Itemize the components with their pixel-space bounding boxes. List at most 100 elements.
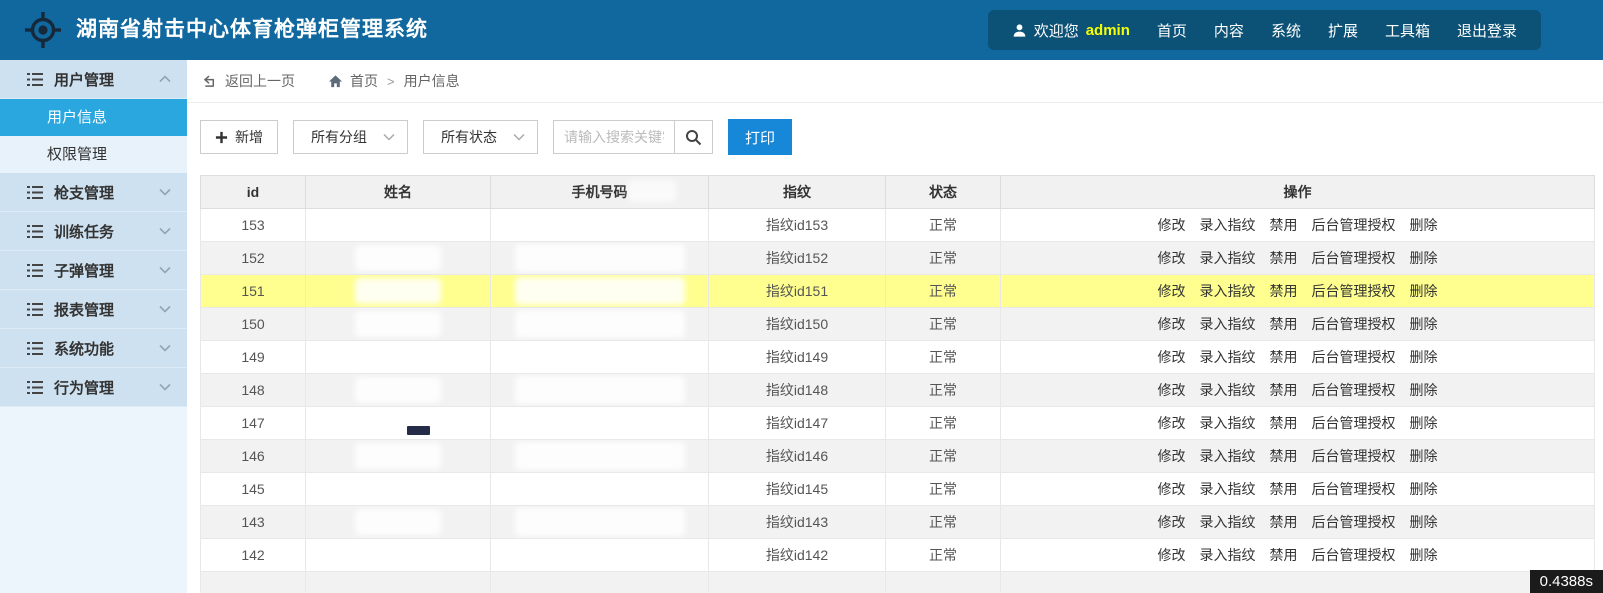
sidebar-group-training-task[interactable]: 训练任务 xyxy=(0,212,187,251)
action-enroll-fingerprint[interactable]: 录入指纹 xyxy=(1200,545,1256,565)
nav-logout[interactable]: 退出登录 xyxy=(1457,20,1517,41)
cell-id: 148 xyxy=(200,373,306,407)
action-admin-authorize[interactable]: 后台管理授权 xyxy=(1312,215,1396,235)
action-disable[interactable]: 禁用 xyxy=(1270,281,1298,301)
redaction-smudge xyxy=(355,311,441,337)
action-delete[interactable]: 删除 xyxy=(1410,545,1438,565)
action-disable[interactable]: 禁用 xyxy=(1270,479,1298,499)
cell-status: 正常 xyxy=(885,307,1001,341)
sidebar-group-behavior-mgmt[interactable]: 行为管理 xyxy=(0,368,187,407)
action-delete[interactable]: 删除 xyxy=(1410,314,1438,334)
action-enroll-fingerprint[interactable]: 录入指纹 xyxy=(1200,314,1256,334)
search-button[interactable] xyxy=(675,120,713,154)
action-delete[interactable]: 删除 xyxy=(1410,347,1438,367)
action-admin-authorize[interactable]: 后台管理授权 xyxy=(1312,380,1396,400)
action-delete[interactable]: 删除 xyxy=(1410,281,1438,301)
action-disable[interactable]: 禁用 xyxy=(1270,380,1298,400)
action-modify[interactable]: 修改 xyxy=(1158,215,1186,235)
sidebar-group-system-function[interactable]: 系统功能 xyxy=(0,329,187,368)
sidebar-group-label: 报表管理 xyxy=(54,301,115,319)
action-disable[interactable]: 禁用 xyxy=(1270,215,1298,235)
action-enroll-fingerprint[interactable]: 录入指纹 xyxy=(1200,215,1256,235)
action-admin-authorize[interactable]: 后台管理授权 xyxy=(1312,446,1396,466)
action-enroll-fingerprint[interactable]: 录入指纹 xyxy=(1200,413,1256,433)
breadcrumb-separator: > xyxy=(387,73,395,89)
action-admin-authorize[interactable]: 后台管理授权 xyxy=(1312,314,1396,334)
sidebar-item-user-info[interactable]: 用户信息 xyxy=(0,99,187,136)
action-modify[interactable]: 修改 xyxy=(1158,413,1186,433)
redaction-smudge xyxy=(514,277,685,305)
action-enroll-fingerprint[interactable]: 录入指纹 xyxy=(1200,380,1256,400)
sidebar-group-ammo-mgmt[interactable]: 子弹管理 xyxy=(0,251,187,290)
action-modify[interactable]: 修改 xyxy=(1158,248,1186,268)
action-enroll-fingerprint[interactable]: 录入指纹 xyxy=(1200,281,1256,301)
back-link[interactable]: 返回上一页 xyxy=(203,71,295,91)
action-delete[interactable]: 删除 xyxy=(1410,479,1438,499)
action-admin-authorize[interactable]: 后台管理授权 xyxy=(1312,281,1396,301)
cell-status: 正常 xyxy=(885,505,1001,539)
nav-extend[interactable]: 扩展 xyxy=(1328,20,1358,41)
action-disable[interactable]: 禁用 xyxy=(1270,512,1298,532)
nav-system[interactable]: 系统 xyxy=(1271,20,1301,41)
username[interactable]: admin xyxy=(1086,22,1130,39)
sidebar: 用户管理 用户信息 权限管理 枪支管理 训练任务 子弹管理 报表管理 系统功能 … xyxy=(0,60,187,593)
action-admin-authorize[interactable]: 后台管理授权 xyxy=(1312,347,1396,367)
action-admin-authorize[interactable]: 后台管理授权 xyxy=(1312,512,1396,532)
action-modify[interactable]: 修改 xyxy=(1158,512,1186,532)
list-icon xyxy=(27,185,43,199)
action-delete[interactable]: 删除 xyxy=(1410,215,1438,235)
action-admin-authorize[interactable]: 后台管理授权 xyxy=(1312,248,1396,268)
action-delete[interactable]: 删除 xyxy=(1410,413,1438,433)
col-id: id xyxy=(200,175,306,209)
sidebar-item-permission-mgmt[interactable]: 权限管理 xyxy=(0,136,187,173)
row-actions: 修改 录入指纹 禁用 后台管理授权 删除 xyxy=(1002,512,1594,532)
action-modify[interactable]: 修改 xyxy=(1158,380,1186,400)
sidebar-group-gun-mgmt[interactable]: 枪支管理 xyxy=(0,173,187,212)
action-modify[interactable]: 修改 xyxy=(1158,479,1186,499)
nav-content[interactable]: 内容 xyxy=(1214,20,1244,41)
nav-toolbox[interactable]: 工具箱 xyxy=(1385,20,1430,41)
action-enroll-fingerprint[interactable]: 录入指纹 xyxy=(1200,512,1256,532)
action-modify[interactable]: 修改 xyxy=(1158,314,1186,334)
action-disable[interactable]: 禁用 xyxy=(1270,314,1298,334)
home-icon xyxy=(328,75,343,88)
action-disable[interactable]: 禁用 xyxy=(1270,446,1298,466)
action-disable[interactable]: 禁用 xyxy=(1270,545,1298,565)
action-admin-authorize[interactable]: 后台管理授权 xyxy=(1312,413,1396,433)
action-admin-authorize[interactable]: 后台管理授权 xyxy=(1312,479,1396,499)
table-header-row: id 姓名 手机号码 指纹 状态 操作 xyxy=(200,175,1595,209)
nav-home[interactable]: 首页 xyxy=(1157,20,1187,41)
print-button[interactable]: 打印 xyxy=(728,119,792,155)
add-button[interactable]: 新增 xyxy=(200,120,278,154)
status-filter-dropdown[interactable]: 所有状态 xyxy=(423,120,538,154)
back-label: 返回上一页 xyxy=(225,73,295,89)
redaction-smudge xyxy=(514,310,685,338)
action-enroll-fingerprint[interactable]: 录入指纹 xyxy=(1200,347,1256,367)
sidebar-group-user-mgmt[interactable]: 用户管理 xyxy=(0,60,187,99)
breadcrumb-home[interactable]: 首页 xyxy=(328,71,378,91)
search-input[interactable] xyxy=(553,120,675,154)
group-filter-dropdown[interactable]: 所有分组 xyxy=(293,120,408,154)
action-disable[interactable]: 禁用 xyxy=(1270,413,1298,433)
action-delete[interactable]: 删除 xyxy=(1410,446,1438,466)
sidebar-group-report-mgmt[interactable]: 报表管理 xyxy=(0,290,187,329)
redaction-smudge xyxy=(514,409,685,437)
chevron-down-icon xyxy=(159,383,171,391)
action-modify[interactable]: 修改 xyxy=(1158,446,1186,466)
action-modify[interactable]: 修改 xyxy=(1158,281,1186,301)
action-modify[interactable]: 修改 xyxy=(1158,545,1186,565)
cell-name xyxy=(305,208,491,242)
cell-status: 正常 xyxy=(885,208,1001,242)
action-modify[interactable]: 修改 xyxy=(1158,347,1186,367)
action-disable[interactable]: 禁用 xyxy=(1270,347,1298,367)
action-delete[interactable]: 删除 xyxy=(1410,380,1438,400)
action-delete[interactable]: 删除 xyxy=(1410,512,1438,532)
action-enroll-fingerprint[interactable]: 录入指纹 xyxy=(1200,446,1256,466)
action-enroll-fingerprint[interactable]: 录入指纹 xyxy=(1200,248,1256,268)
breadcrumb-current: 用户信息 xyxy=(403,73,460,89)
action-enroll-fingerprint[interactable]: 录入指纹 xyxy=(1200,479,1256,499)
action-delete[interactable]: 删除 xyxy=(1410,248,1438,268)
action-admin-authorize[interactable]: 后台管理授权 xyxy=(1312,545,1396,565)
cell-id: 150 xyxy=(200,307,306,341)
action-disable[interactable]: 禁用 xyxy=(1270,248,1298,268)
